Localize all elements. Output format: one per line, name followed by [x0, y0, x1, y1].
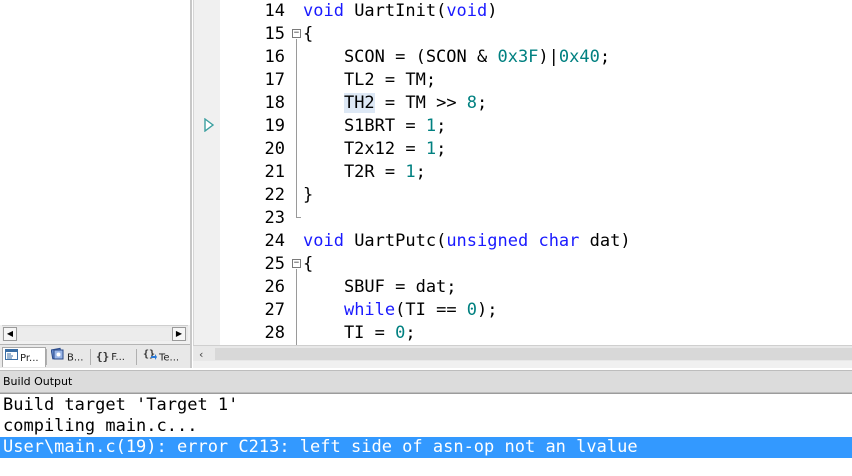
line-number: 16: [264, 47, 285, 67]
line-number: 28: [264, 323, 285, 343]
code-line[interactable]: T2R = 1;: [303, 161, 426, 184]
line-number: 21: [264, 162, 285, 182]
line-number: 15: [264, 24, 285, 44]
tab-books-label: B...: [67, 352, 84, 364]
code-line[interactable]: {: [303, 253, 313, 276]
line-number: 26: [264, 277, 285, 297]
editor-horizontal-scrollbar[interactable]: ‹: [193, 345, 852, 361]
code-line[interactable]: TI = 0;: [303, 322, 416, 345]
line-number: 14: [264, 1, 285, 21]
line-number: 24: [264, 231, 285, 251]
code-line[interactable]: SBUF = dat;: [303, 276, 457, 299]
tab-templates-label: Te...: [159, 352, 180, 364]
line-number: 18: [264, 93, 285, 113]
scroll-left-arrow-icon[interactable]: ◀: [3, 327, 17, 341]
books-icon: [50, 347, 65, 367]
project-panel: ◀ ▶ Pr... B... {} F... {} Te...: [0, 0, 192, 368]
tab-divider: [136, 349, 137, 365]
code-line[interactable]: TH2 = TM >> 8;: [303, 92, 487, 115]
output-error-line[interactable]: User\main.c(19): error C213: left side o…: [0, 437, 852, 458]
code-area[interactable]: void UartInit(void){ SCON = (SCON & 0x3F…: [303, 0, 852, 345]
code-line[interactable]: SCON = (SCON & 0x3F)|0x40;: [303, 46, 610, 69]
code-line[interactable]: void UartPutc(unsigned char dat): [303, 230, 631, 253]
fold-collapse-icon[interactable]: −: [292, 29, 301, 38]
functions-icon: {}: [96, 350, 110, 363]
breakpoint-margin[interactable]: [193, 0, 220, 345]
output-line[interactable]: Build target 'Target 1': [0, 395, 852, 416]
code-line[interactable]: {: [303, 23, 313, 46]
tab-divider: [46, 349, 47, 365]
tab-project[interactable]: Pr...: [2, 347, 46, 367]
execution-arrow-icon: [204, 118, 214, 132]
code-line[interactable]: TL2 = TM;: [303, 69, 436, 92]
editor-status-gap: [193, 361, 852, 368]
line-numbers: 14 15 16 17 18 19 20 21 22 23 24 25 26 2…: [220, 0, 289, 345]
tab-divider: [90, 349, 91, 365]
fold-guide: [296, 39, 297, 217]
fold-collapse-icon[interactable]: −: [292, 259, 301, 268]
line-number: 22: [264, 185, 285, 205]
tab-templates[interactable]: {} Te...: [139, 347, 189, 367]
tab-functions[interactable]: {} F...: [92, 347, 134, 367]
tab-books[interactable]: B...: [48, 347, 90, 367]
project-tree[interactable]: [0, 0, 190, 325]
project-horizontal-scrollbar[interactable]: ◀ ▶: [2, 325, 188, 341]
code-line[interactable]: }: [303, 184, 313, 207]
project-icon: [5, 348, 18, 367]
fold-guide: [296, 269, 297, 345]
build-output-titlebar[interactable]: Build Output: [0, 370, 852, 393]
scroll-right-arrow-icon[interactable]: ▶: [172, 327, 186, 341]
output-line-partial: [0, 458, 852, 470]
scrollbar-track[interactable]: [215, 348, 852, 360]
templates-icon: {}: [143, 347, 157, 367]
project-panel-tabs: Pr... B... {} F... {} Te...: [0, 344, 192, 368]
build-output-window[interactable]: Build target 'Target 1' compiling main.c…: [0, 393, 852, 476]
fold-end-marker: [296, 217, 301, 218]
line-number: 27: [264, 300, 285, 320]
line-number: 23: [264, 208, 285, 228]
code-editor[interactable]: 14 15 16 17 18 19 20 21 22 23 24 25 26 2…: [193, 0, 852, 345]
line-number: 25: [264, 254, 285, 274]
code-line[interactable]: S1BRT = 1;: [303, 115, 446, 138]
scroll-left-arrow-icon[interactable]: ‹: [199, 348, 203, 361]
line-number: 20: [264, 139, 285, 159]
output-line[interactable]: compiling main.c...: [0, 416, 852, 437]
svg-text:{}: {}: [143, 349, 155, 360]
build-output-title: Build Output: [3, 375, 73, 388]
tab-functions-label: F...: [111, 352, 125, 363]
fold-margin: − −: [289, 0, 303, 345]
scrollbar-track[interactable]: [18, 328, 170, 340]
tab-project-label: Pr...: [20, 353, 39, 364]
code-line[interactable]: void UartInit(void): [303, 0, 498, 23]
code-line[interactable]: while(TI == 0);: [303, 299, 498, 322]
code-line[interactable]: T2x12 = 1;: [303, 138, 446, 161]
line-number: 17: [264, 70, 285, 90]
panel-splitter[interactable]: [190, 0, 192, 368]
line-number: 19: [264, 116, 285, 136]
